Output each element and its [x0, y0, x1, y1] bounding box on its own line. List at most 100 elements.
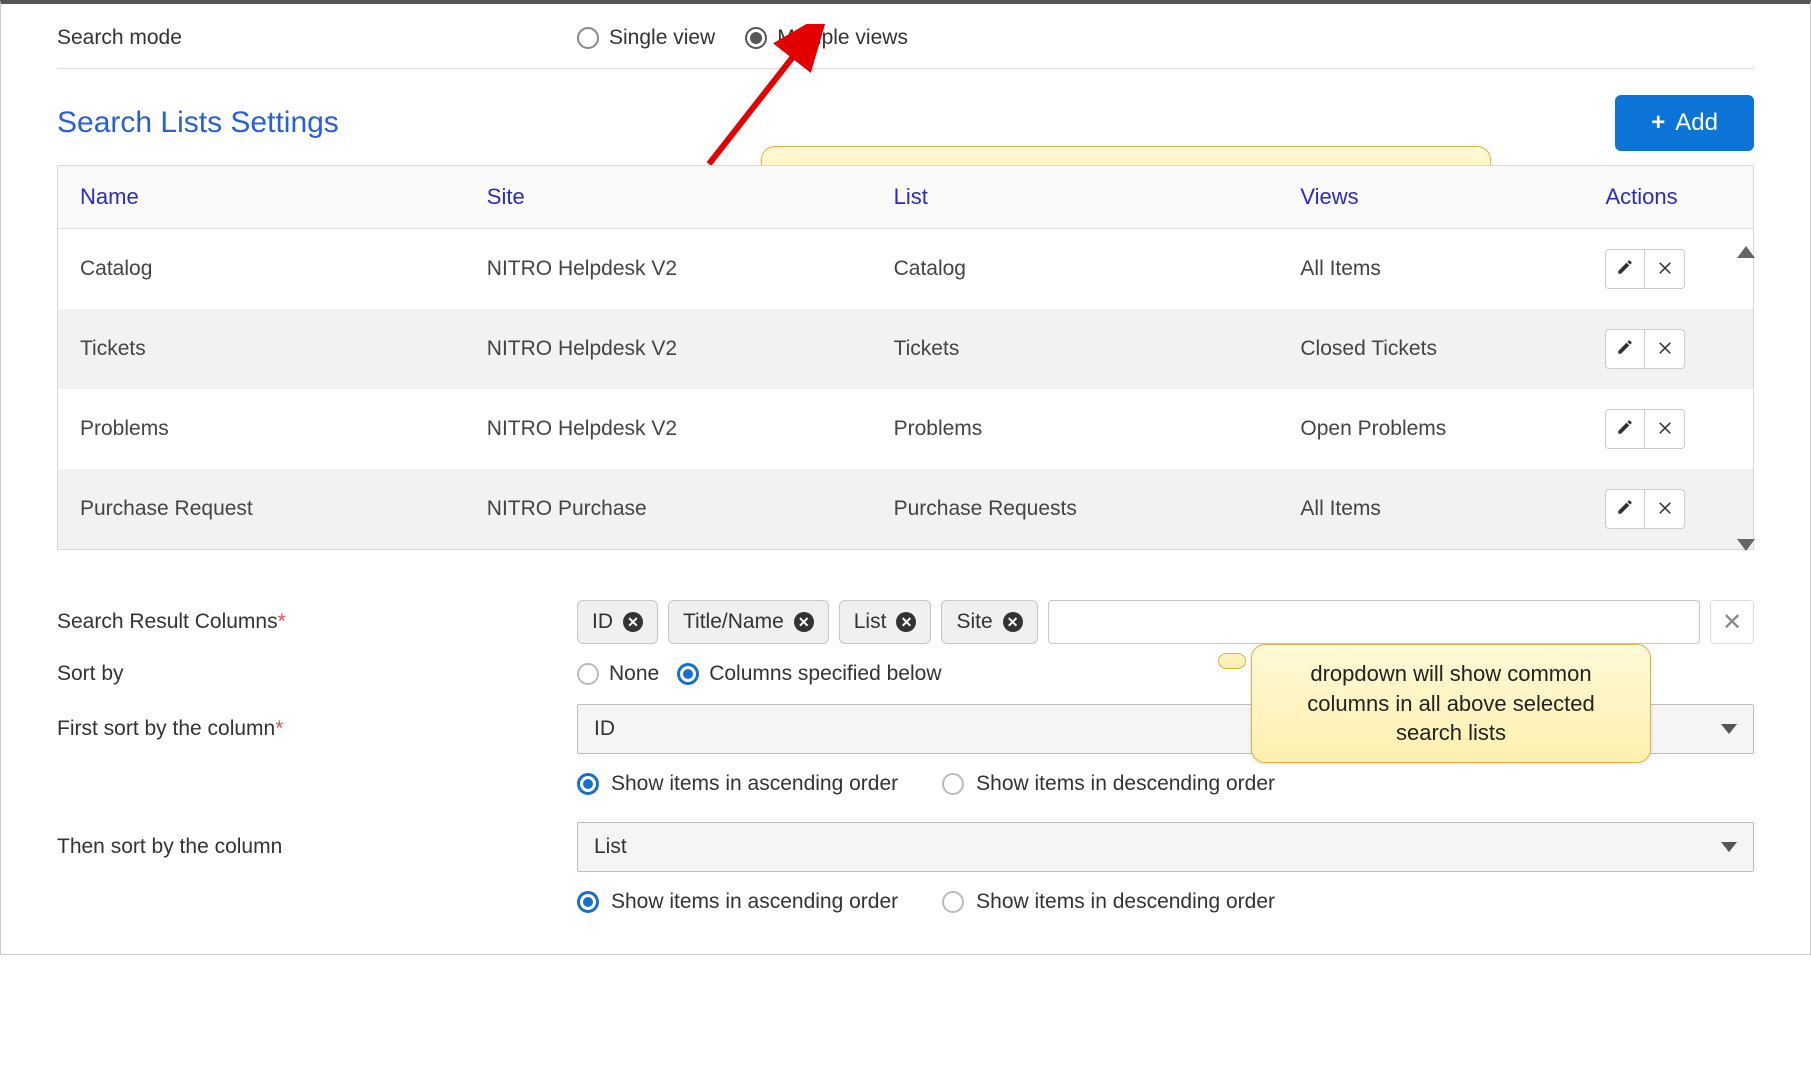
search-mode-single[interactable]: Single view	[577, 26, 715, 50]
first-sort-asc-label: Show items in ascending order	[611, 772, 898, 796]
radio-icon	[942, 891, 964, 913]
first-sort-label: First sort by the column*	[57, 717, 577, 741]
delete-button[interactable]	[1645, 409, 1685, 449]
first-sort-desc-label: Show items in descending order	[976, 772, 1275, 796]
chevron-down-icon	[1721, 724, 1737, 734]
then-sort-label: Then sort by the column	[57, 835, 577, 859]
chip-label: Site	[956, 610, 992, 634]
search-mode-group: Single view Multiple views	[577, 26, 908, 50]
cell-views: All Items	[1278, 229, 1583, 310]
cell-views: Closed Tickets	[1278, 309, 1583, 389]
cell-views: Open Problems	[1278, 389, 1583, 469]
pencil-icon	[1616, 258, 1634, 281]
col-list[interactable]: List	[872, 166, 1279, 229]
edit-button[interactable]	[1605, 329, 1645, 369]
then-sort-row: Then sort by the column List	[57, 822, 1754, 872]
column-chip[interactable]: ID ✕	[577, 600, 658, 644]
cell-list: Catalog	[872, 229, 1279, 310]
sort-by-none-label: None	[609, 662, 659, 686]
cell-name: Catalog	[58, 229, 465, 310]
add-button[interactable]: + Add	[1615, 95, 1754, 151]
first-sort-value: ID	[594, 717, 615, 741]
then-sort-value: List	[594, 835, 627, 859]
edit-button[interactable]	[1605, 409, 1645, 449]
callout-dropdown-hint: dropdown will show common columns in all…	[1251, 644, 1651, 763]
column-chip[interactable]: Site ✕	[941, 600, 1037, 644]
required-mark: *	[275, 717, 283, 740]
table-row: ProblemsNITRO Helpdesk V2ProblemsOpen Pr…	[58, 389, 1753, 469]
search-lists-header: Search Lists Settings + Add	[57, 95, 1754, 151]
cell-site: NITRO Helpdesk V2	[465, 389, 872, 469]
cell-actions	[1583, 389, 1753, 469]
sort-by-columns[interactable]: Columns specified below	[677, 662, 941, 686]
first-sort-desc[interactable]: Show items in descending order	[942, 772, 1275, 796]
sort-by-none[interactable]: None	[577, 662, 659, 686]
radio-icon	[577, 27, 599, 49]
edit-button[interactable]	[1605, 249, 1645, 289]
delete-button[interactable]	[1645, 329, 1685, 369]
settings-panel: Search mode Single view Multiple views S…	[0, 0, 1811, 955]
chip-remove-icon[interactable]: ✕	[1003, 612, 1023, 632]
chip-remove-icon[interactable]: ✕	[896, 612, 916, 632]
delete-button[interactable]	[1645, 489, 1685, 529]
chip-label: ID	[592, 610, 613, 634]
radio-icon	[942, 773, 964, 795]
result-columns-input[interactable]	[1048, 600, 1700, 644]
col-site[interactable]: Site	[465, 166, 872, 229]
radio-icon	[577, 891, 599, 913]
search-mode-row: Search mode Single view Multiple views	[57, 26, 1754, 50]
cell-actions	[1583, 469, 1753, 549]
radio-icon	[577, 773, 599, 795]
search-mode-label: Search mode	[57, 26, 577, 50]
close-icon	[1656, 418, 1674, 441]
chevron-down-icon	[1721, 842, 1737, 852]
cell-actions	[1583, 229, 1753, 310]
col-views[interactable]: Views	[1278, 166, 1583, 229]
delete-button[interactable]	[1645, 249, 1685, 289]
close-icon	[1656, 338, 1674, 361]
search-mode-multiple-label: Multiple views	[777, 26, 908, 50]
cell-actions	[1583, 309, 1753, 389]
sort-by-columns-label: Columns specified below	[709, 662, 941, 686]
scroll-down-icon[interactable]	[1737, 539, 1755, 551]
chip-remove-icon[interactable]: ✕	[623, 612, 643, 632]
pencil-icon	[1616, 338, 1634, 361]
radio-icon	[745, 27, 767, 49]
chip-remove-icon[interactable]: ✕	[794, 612, 814, 632]
cell-site: NITRO Helpdesk V2	[465, 229, 872, 310]
table-row: TicketsNITRO Helpdesk V2TicketsClosed Ti…	[58, 309, 1753, 389]
table-row: Purchase RequestNITRO PurchasePurchase R…	[58, 469, 1753, 549]
plus-icon: +	[1651, 111, 1665, 135]
col-name[interactable]: Name	[58, 166, 465, 229]
cell-list: Purchase Requests	[872, 469, 1279, 549]
column-chip[interactable]: Title/Name✕	[668, 600, 829, 644]
col-actions: Actions	[1583, 166, 1753, 229]
result-columns-chips: ID✕Title/Name✕List✕Site✕ ✕	[577, 600, 1754, 644]
close-icon	[1656, 498, 1674, 521]
cell-site: NITRO Purchase	[465, 469, 872, 549]
scroll-up-icon[interactable]	[1737, 246, 1755, 258]
chip-label: List	[854, 610, 887, 634]
result-columns-label: Search Result Columns*	[57, 610, 577, 634]
then-sort-desc-label: Show items in descending order	[976, 890, 1275, 914]
first-sort-asc[interactable]: Show items in ascending order	[577, 772, 898, 796]
then-sort-select[interactable]: List	[577, 822, 1754, 872]
search-mode-multiple[interactable]: Multiple views	[745, 26, 908, 50]
then-sort-desc[interactable]: Show items in descending order	[942, 890, 1275, 914]
cell-name: Tickets	[58, 309, 465, 389]
edit-button[interactable]	[1605, 489, 1645, 529]
pencil-icon	[1616, 418, 1634, 441]
clear-columns-button[interactable]: ✕	[1710, 600, 1754, 644]
then-sort-asc[interactable]: Show items in ascending order	[577, 890, 898, 914]
result-columns-row: Search Result Columns* ID✕Title/Name✕Lis…	[57, 600, 1754, 644]
then-sort-asc-label: Show items in ascending order	[611, 890, 898, 914]
then-sort-order: Show items in ascending order Show items…	[577, 890, 1754, 914]
column-chip[interactable]: List ✕	[839, 600, 932, 644]
pencil-icon	[1616, 498, 1634, 521]
close-icon	[1656, 258, 1674, 281]
divider	[57, 68, 1754, 69]
cell-views: All Items	[1278, 469, 1583, 549]
search-mode-single-label: Single view	[609, 26, 715, 50]
table-row: CatalogNITRO Helpdesk V2CatalogAll Items	[58, 229, 1753, 310]
cell-list: Tickets	[872, 309, 1279, 389]
